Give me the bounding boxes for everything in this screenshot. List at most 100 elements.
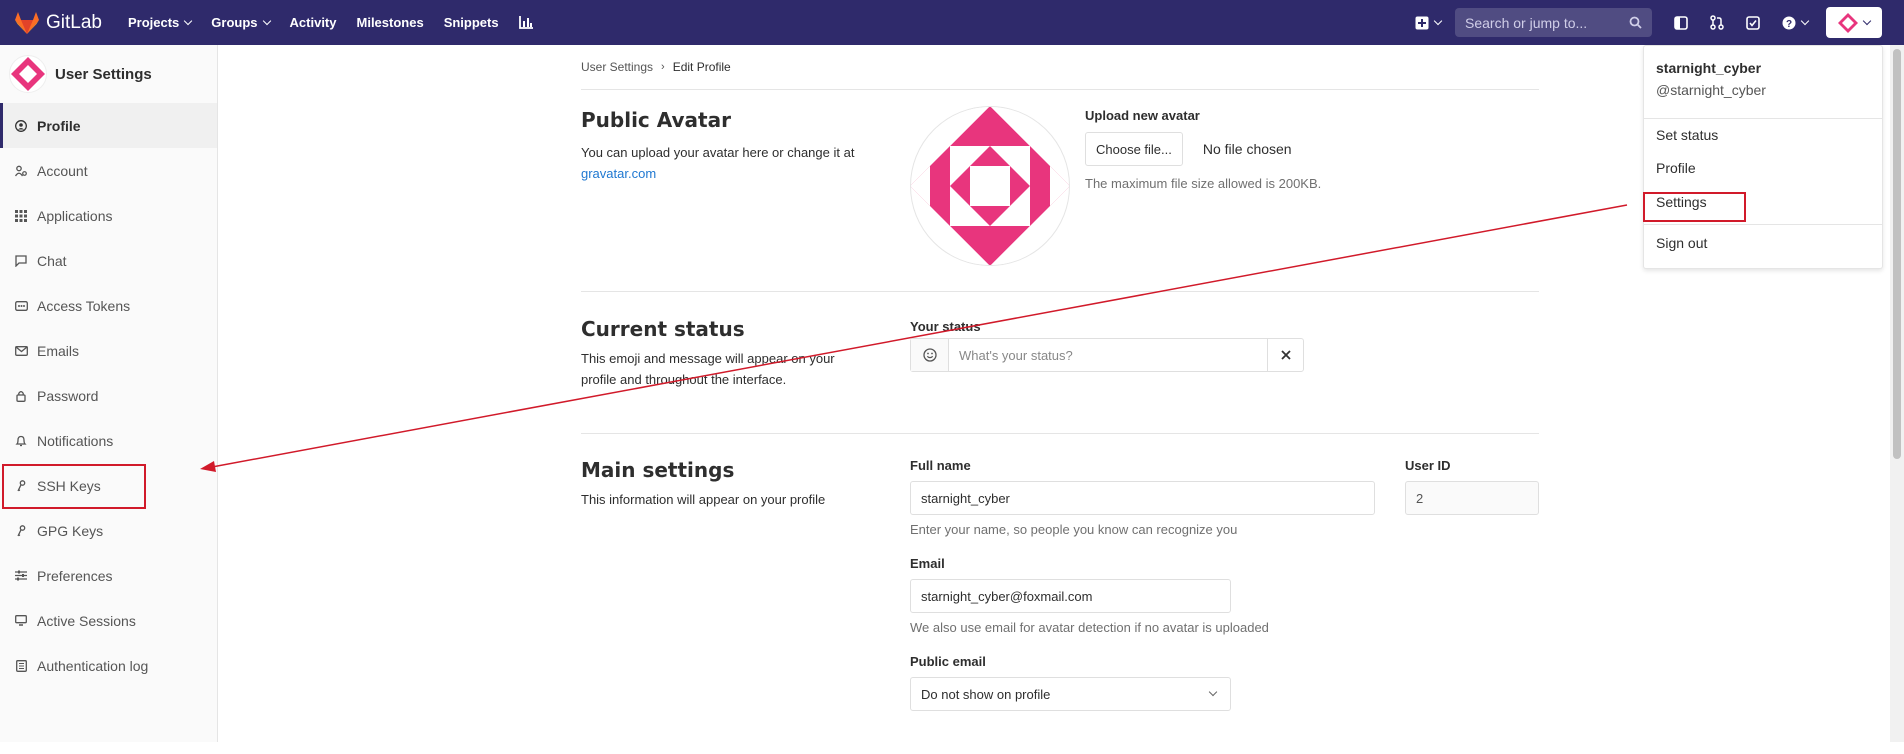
section-title: Public Avatar	[581, 108, 731, 132]
public-email-label: Public email	[910, 654, 986, 669]
sidebar-item-label: Emails	[37, 342, 80, 359]
section-description: You can upload your avatar here or chang…	[581, 145, 855, 160]
sidebar-item-chat[interactable]: Chat	[0, 238, 217, 283]
chevron-down-icon	[262, 16, 271, 25]
dropdown-divider	[1644, 118, 1882, 119]
annotation-box-ssh-keys	[2, 464, 146, 509]
public-email-select[interactable]: Do not show on profile	[910, 677, 1231, 711]
nav-groups-label: Groups	[211, 15, 258, 30]
search-icon	[1629, 16, 1642, 29]
sidebar-item-label: GPG Keys	[37, 522, 104, 539]
user-id-field: 2	[1405, 481, 1539, 515]
dropdown-username: starnight_cyber	[1656, 60, 1762, 76]
sidebar-header[interactable]: User Settings	[0, 45, 217, 103]
preferences-icon	[14, 570, 28, 581]
lock-icon	[14, 390, 28, 402]
nav-activity[interactable]: Activity	[290, 15, 337, 30]
status-section: Current status This emoji and message wi…	[581, 292, 1539, 434]
avatar-size-help: The maximum file size allowed is 200KB.	[1085, 176, 1322, 191]
key-icon	[14, 524, 28, 537]
account-icon	[14, 165, 28, 177]
nav-snippets[interactable]: Snippets	[444, 15, 499, 30]
chevron-down-icon	[1433, 16, 1443, 25]
monitor-icon	[14, 615, 28, 626]
avatar-preview	[910, 106, 1070, 271]
sidebar-item-password[interactable]: Password	[0, 373, 217, 418]
user-id-label: User ID	[1405, 458, 1451, 473]
sidebar-item-applications[interactable]: Applications	[0, 193, 217, 238]
sidebar-item-account[interactable]: Account	[0, 148, 217, 193]
avatar	[9, 55, 47, 93]
nav-milestones[interactable]: Milestones	[357, 15, 424, 30]
user-avatar-button[interactable]	[1826, 7, 1882, 38]
email-field[interactable]: starnight_cyber@foxmail.com	[910, 579, 1231, 613]
sidebar-item-label: Preferences	[37, 567, 113, 584]
sidebar-item-label: Access Tokens	[37, 297, 131, 314]
profile-icon	[14, 119, 28, 132]
sidebar-item-access-tokens[interactable]: Access Tokens	[0, 283, 217, 328]
gravatar-link[interactable]: gravatar.com	[581, 166, 656, 181]
choose-file-button[interactable]: Choose file...	[1085, 132, 1183, 166]
menu-item-profile[interactable]: Profile	[1656, 160, 1696, 176]
menu-item-sign-out[interactable]: Sign out	[1656, 235, 1707, 251]
section-description: This information will appear on your pro…	[581, 492, 826, 507]
dropdown-divider	[1644, 224, 1882, 225]
brand-wordmark: GitLab	[46, 11, 102, 33]
section-title: Main settings	[581, 458, 735, 482]
sidebar-toggle-icon[interactable]	[1674, 15, 1688, 30]
new-item-icon[interactable]	[1415, 16, 1443, 30]
page-scrollbar[interactable]	[1890, 45, 1904, 742]
log-icon	[14, 659, 28, 672]
sidebar-item-label: Notifications	[37, 432, 114, 449]
nav-groups[interactable]: Groups	[211, 15, 271, 30]
email-help: We also use email for avatar detection i…	[910, 620, 1269, 635]
sidebar-item-label: Authentication log	[37, 657, 149, 674]
sidebar-item-label: Profile	[37, 117, 81, 134]
full-name-help: Enter your name, so people you know can …	[910, 522, 1238, 537]
scrollbar-thumb[interactable]	[1893, 49, 1901, 459]
section-title: Current status	[581, 317, 745, 341]
search-placeholder: Search or jump to...	[1465, 14, 1588, 31]
sidebar-item-profile[interactable]: Profile	[0, 103, 217, 148]
sidebar-item-authentication-log[interactable]: Authentication log	[0, 643, 217, 688]
sidebar-item-preferences[interactable]: Preferences	[0, 553, 217, 598]
chat-icon	[14, 254, 28, 267]
section-description: This emoji and message will appear on yo…	[581, 351, 835, 387]
todo-icon[interactable]	[1746, 15, 1760, 30]
gitlab-home-link[interactable]: GitLab	[14, 11, 102, 35]
top-navbar: GitLab Projects Groups Activity Mileston…	[0, 0, 1904, 45]
clear-status-button[interactable]	[1267, 339, 1303, 371]
chevron-down-icon	[1800, 16, 1810, 25]
user-dropdown-menu: starnight_cyber @starnight_cyber Set sta…	[1643, 45, 1883, 269]
merge-request-icon[interactable]	[1710, 15, 1724, 30]
sidebar-title: User Settings	[55, 65, 152, 83]
nav-projects-label: Projects	[127, 15, 180, 30]
nav-projects[interactable]: Projects	[127, 15, 193, 30]
search-input[interactable]: Search or jump to...	[1455, 8, 1652, 37]
avatar-section: Public Avatar You can upload your avatar…	[581, 90, 1539, 292]
status-message-input[interactable]: What's your status?	[949, 339, 1267, 371]
status-label: Your status	[910, 319, 981, 334]
menu-item-set-status[interactable]: Set status	[1656, 127, 1718, 143]
avatar	[910, 106, 1070, 266]
main-content: User Settings › Edit Profile Public Avat…	[581, 45, 1539, 754]
breadcrumb-current: Edit Profile	[672, 60, 731, 74]
sidebar-item-notifications[interactable]: Notifications	[0, 418, 217, 463]
close-icon	[1280, 350, 1291, 360]
dropdown-user-info[interactable]: starnight_cyber @starnight_cyber	[1644, 46, 1882, 98]
analytics-icon[interactable]	[518, 16, 533, 29]
sidebar-item-active-sessions[interactable]: Active Sessions	[0, 598, 217, 643]
emoji-picker-button[interactable]	[911, 339, 949, 371]
settings-sidebar: User Settings Profile Account Applicatio…	[0, 45, 218, 742]
svg-text:?: ?	[1786, 19, 1792, 30]
sidebar-item-emails[interactable]: Emails	[0, 328, 217, 373]
sidebar-item-gpg-keys[interactable]: GPG Keys	[0, 508, 217, 553]
breadcrumb-parent[interactable]: User Settings	[581, 60, 653, 74]
status-input-group: What's your status?	[910, 338, 1304, 372]
bell-icon	[14, 435, 28, 447]
full-name-field[interactable]: starnight_cyber	[910, 481, 1375, 515]
help-icon[interactable]: ?	[1782, 16, 1810, 30]
token-icon	[14, 300, 28, 311]
gitlab-logo-icon	[15, 11, 39, 34]
public-email-value: Do not show on profile	[921, 686, 1051, 702]
